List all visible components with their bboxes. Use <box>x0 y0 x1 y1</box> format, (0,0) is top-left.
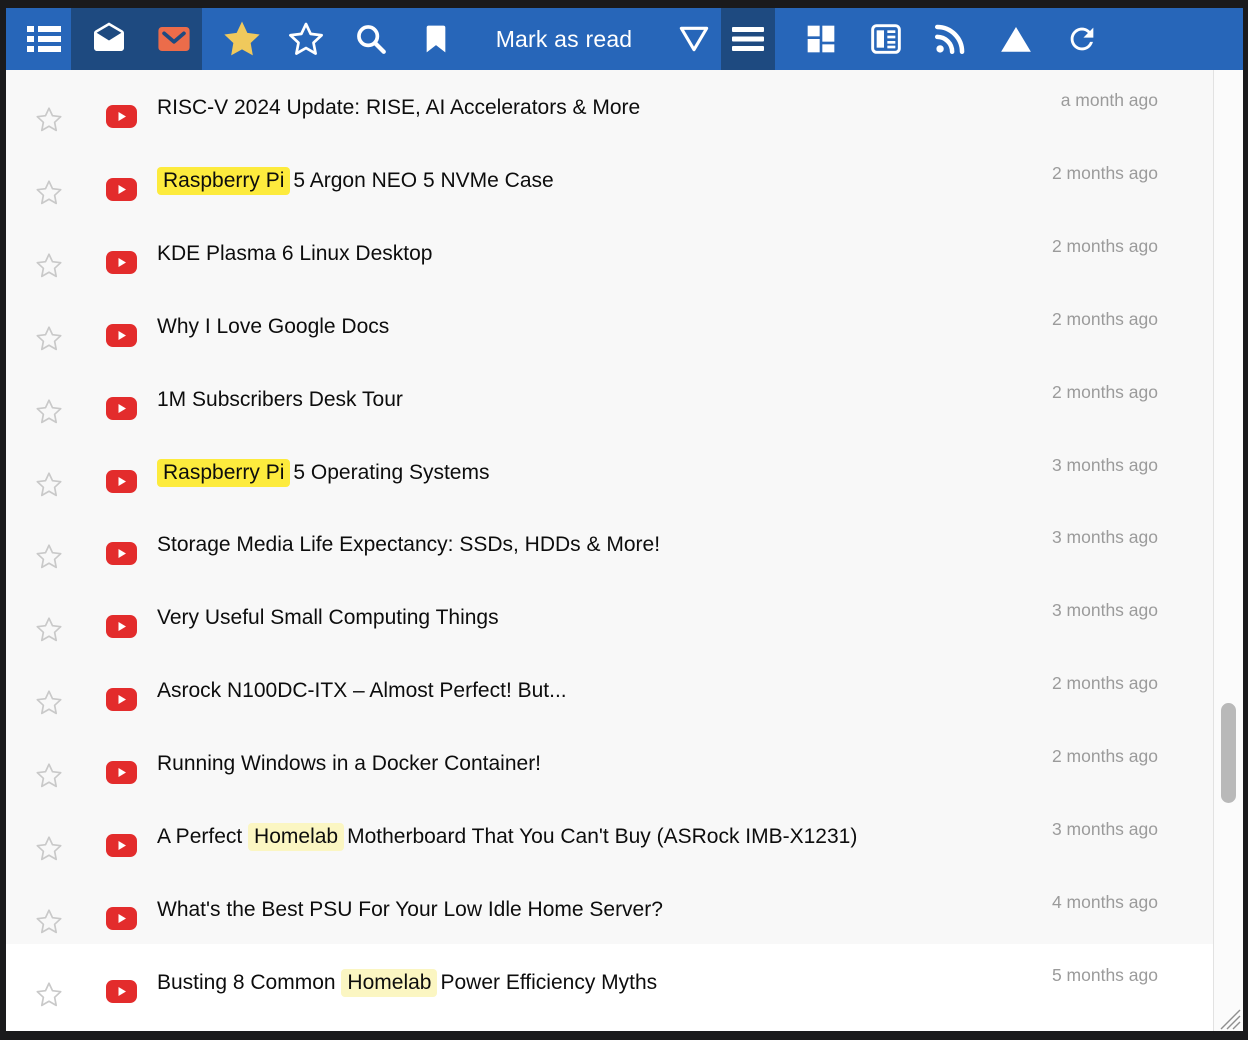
star-outline-icon[interactable] <box>35 252 63 279</box>
toolbar: Mark as read <box>6 8 1243 70</box>
item-timestamp: 3 months ago <box>1052 600 1158 621</box>
star-outline-icon[interactable] <box>35 981 63 1008</box>
window-resize-grip[interactable] <box>1215 1004 1241 1030</box>
star-outline-icon[interactable] <box>35 835 63 862</box>
unread-list-icon[interactable] <box>18 8 70 70</box>
search-highlight: Homelab <box>341 969 437 997</box>
mark-as-read-button[interactable]: Mark as read <box>476 8 652 70</box>
list-item[interactable]: Raspberry Pi5 Operating Systems 3 months… <box>6 435 1214 508</box>
search-highlight: Raspberry Pi <box>157 167 290 195</box>
refresh-icon[interactable] <box>1056 8 1108 70</box>
youtube-icon <box>106 761 137 784</box>
filter-dropdown-icon[interactable] <box>668 8 720 70</box>
star-outline-icon[interactable] <box>35 179 63 206</box>
item-title[interactable]: 1M Subscribers Desk Tour <box>157 386 403 414</box>
menu-icon[interactable] <box>722 8 774 70</box>
item-timestamp: 2 months ago <box>1052 236 1158 257</box>
item-timestamp: 3 months ago <box>1052 455 1158 476</box>
youtube-icon <box>106 907 137 930</box>
list-item[interactable]: 1M Subscribers Desk Tour 2 months ago <box>6 362 1214 435</box>
star-outline-icon[interactable] <box>35 616 63 643</box>
list-item[interactable]: What's the Best PSU For Your Low Idle Ho… <box>6 872 1214 945</box>
star-outline-icon[interactable] <box>35 762 63 789</box>
item-timestamp: 2 months ago <box>1052 309 1158 330</box>
search-icon[interactable] <box>345 8 397 70</box>
list-item[interactable]: Raspberry Pi5 Argon NEO 5 NVMe Case 2 mo… <box>6 143 1214 216</box>
item-title[interactable]: Busting 8 Common HomelabPower Efficiency… <box>157 969 657 997</box>
item-timestamp: 2 months ago <box>1052 746 1158 767</box>
star-outline-icon[interactable] <box>35 325 63 352</box>
item-title[interactable]: Running Windows in a Docker Container! <box>157 750 541 778</box>
list-item[interactable]: Storage Media Life Expectancy: SSDs, HDD… <box>6 507 1214 580</box>
item-timestamp: 5 months ago <box>1052 965 1158 986</box>
scrollbar-thumb[interactable] <box>1221 703 1236 803</box>
layout-grid-icon[interactable] <box>795 8 847 70</box>
item-timestamp: 3 months ago <box>1052 819 1158 840</box>
list-item[interactable]: A Perfect HomelabMotherboard That You Ca… <box>6 799 1214 872</box>
list-item[interactable]: RISC-V 2024 Update: RISE, AI Accelerator… <box>6 70 1214 143</box>
item-title[interactable]: Asrock N100DC-ITX – Almost Perfect! But.… <box>157 677 567 705</box>
star-outline-icon[interactable] <box>35 398 63 425</box>
youtube-icon <box>106 251 137 274</box>
bookmark-icon[interactable] <box>410 8 462 70</box>
item-title[interactable]: What's the Best PSU For Your Low Idle Ho… <box>157 896 663 924</box>
list-item[interactable]: KDE Plasma 6 Linux Desktop 2 months ago <box>6 216 1214 289</box>
item-timestamp: 4 months ago <box>1052 892 1158 913</box>
youtube-icon <box>106 542 137 565</box>
reader-view-icon[interactable] <box>860 8 912 70</box>
star-outline-icon[interactable] <box>35 689 63 716</box>
item-title[interactable]: Very Useful Small Computing Things <box>157 604 499 632</box>
list-item[interactable]: Asrock N100DC-ITX – Almost Perfect! But.… <box>6 653 1214 726</box>
youtube-icon <box>106 105 137 128</box>
item-timestamp: a month ago <box>1061 90 1158 111</box>
unread-envelope-icon[interactable] <box>148 8 200 70</box>
star-outline-icon[interactable] <box>280 8 332 70</box>
youtube-icon <box>106 834 137 857</box>
triangle-up-icon[interactable] <box>990 8 1042 70</box>
youtube-icon <box>106 324 137 347</box>
list-item[interactable]: Running Windows in a Docker Container! 2… <box>6 726 1214 799</box>
youtube-icon <box>106 397 137 420</box>
item-title[interactable]: Raspberry Pi5 Operating Systems <box>157 459 489 487</box>
list-item[interactable]: Why I Love Google Docs 2 months ago <box>6 289 1214 362</box>
youtube-icon <box>106 470 137 493</box>
article-list: RISC-V 2024 Update: RISE, AI Accelerator… <box>6 70 1243 1031</box>
search-highlight: Homelab <box>248 823 344 851</box>
youtube-icon <box>106 688 137 711</box>
item-title[interactable]: Raspberry Pi5 Argon NEO 5 NVMe Case <box>157 167 554 195</box>
star-outline-icon[interactable] <box>35 106 63 133</box>
item-title[interactable]: KDE Plasma 6 Linux Desktop <box>157 240 432 268</box>
list-item[interactable]: Busting 8 Common HomelabPower Efficiency… <box>6 945 1214 1018</box>
open-envelope-icon[interactable] <box>83 8 135 70</box>
item-timestamp: 2 months ago <box>1052 163 1158 184</box>
star-outline-icon[interactable] <box>35 471 63 498</box>
item-timestamp: 3 months ago <box>1052 527 1158 548</box>
star-outline-icon[interactable] <box>35 543 63 570</box>
search-highlight: Raspberry Pi <box>157 459 290 487</box>
scrollbar-track[interactable] <box>1213 70 1243 1031</box>
list-item[interactable]: Very Useful Small Computing Things 3 mon… <box>6 580 1214 653</box>
item-title[interactable]: A Perfect HomelabMotherboard That You Ca… <box>157 823 857 851</box>
youtube-icon <box>106 615 137 638</box>
item-title[interactable]: Storage Media Life Expectancy: SSDs, HDD… <box>157 531 660 559</box>
item-timestamp: 2 months ago <box>1052 382 1158 403</box>
item-timestamp: 2 months ago <box>1052 673 1158 694</box>
item-title[interactable]: RISC-V 2024 Update: RISE, AI Accelerator… <box>157 94 640 122</box>
rss-icon[interactable] <box>924 8 976 70</box>
item-title[interactable]: Why I Love Google Docs <box>157 313 389 341</box>
youtube-icon <box>106 980 137 1003</box>
star-filled-icon[interactable] <box>216 8 268 70</box>
star-outline-icon[interactable] <box>35 908 63 935</box>
youtube-icon <box>106 178 137 201</box>
